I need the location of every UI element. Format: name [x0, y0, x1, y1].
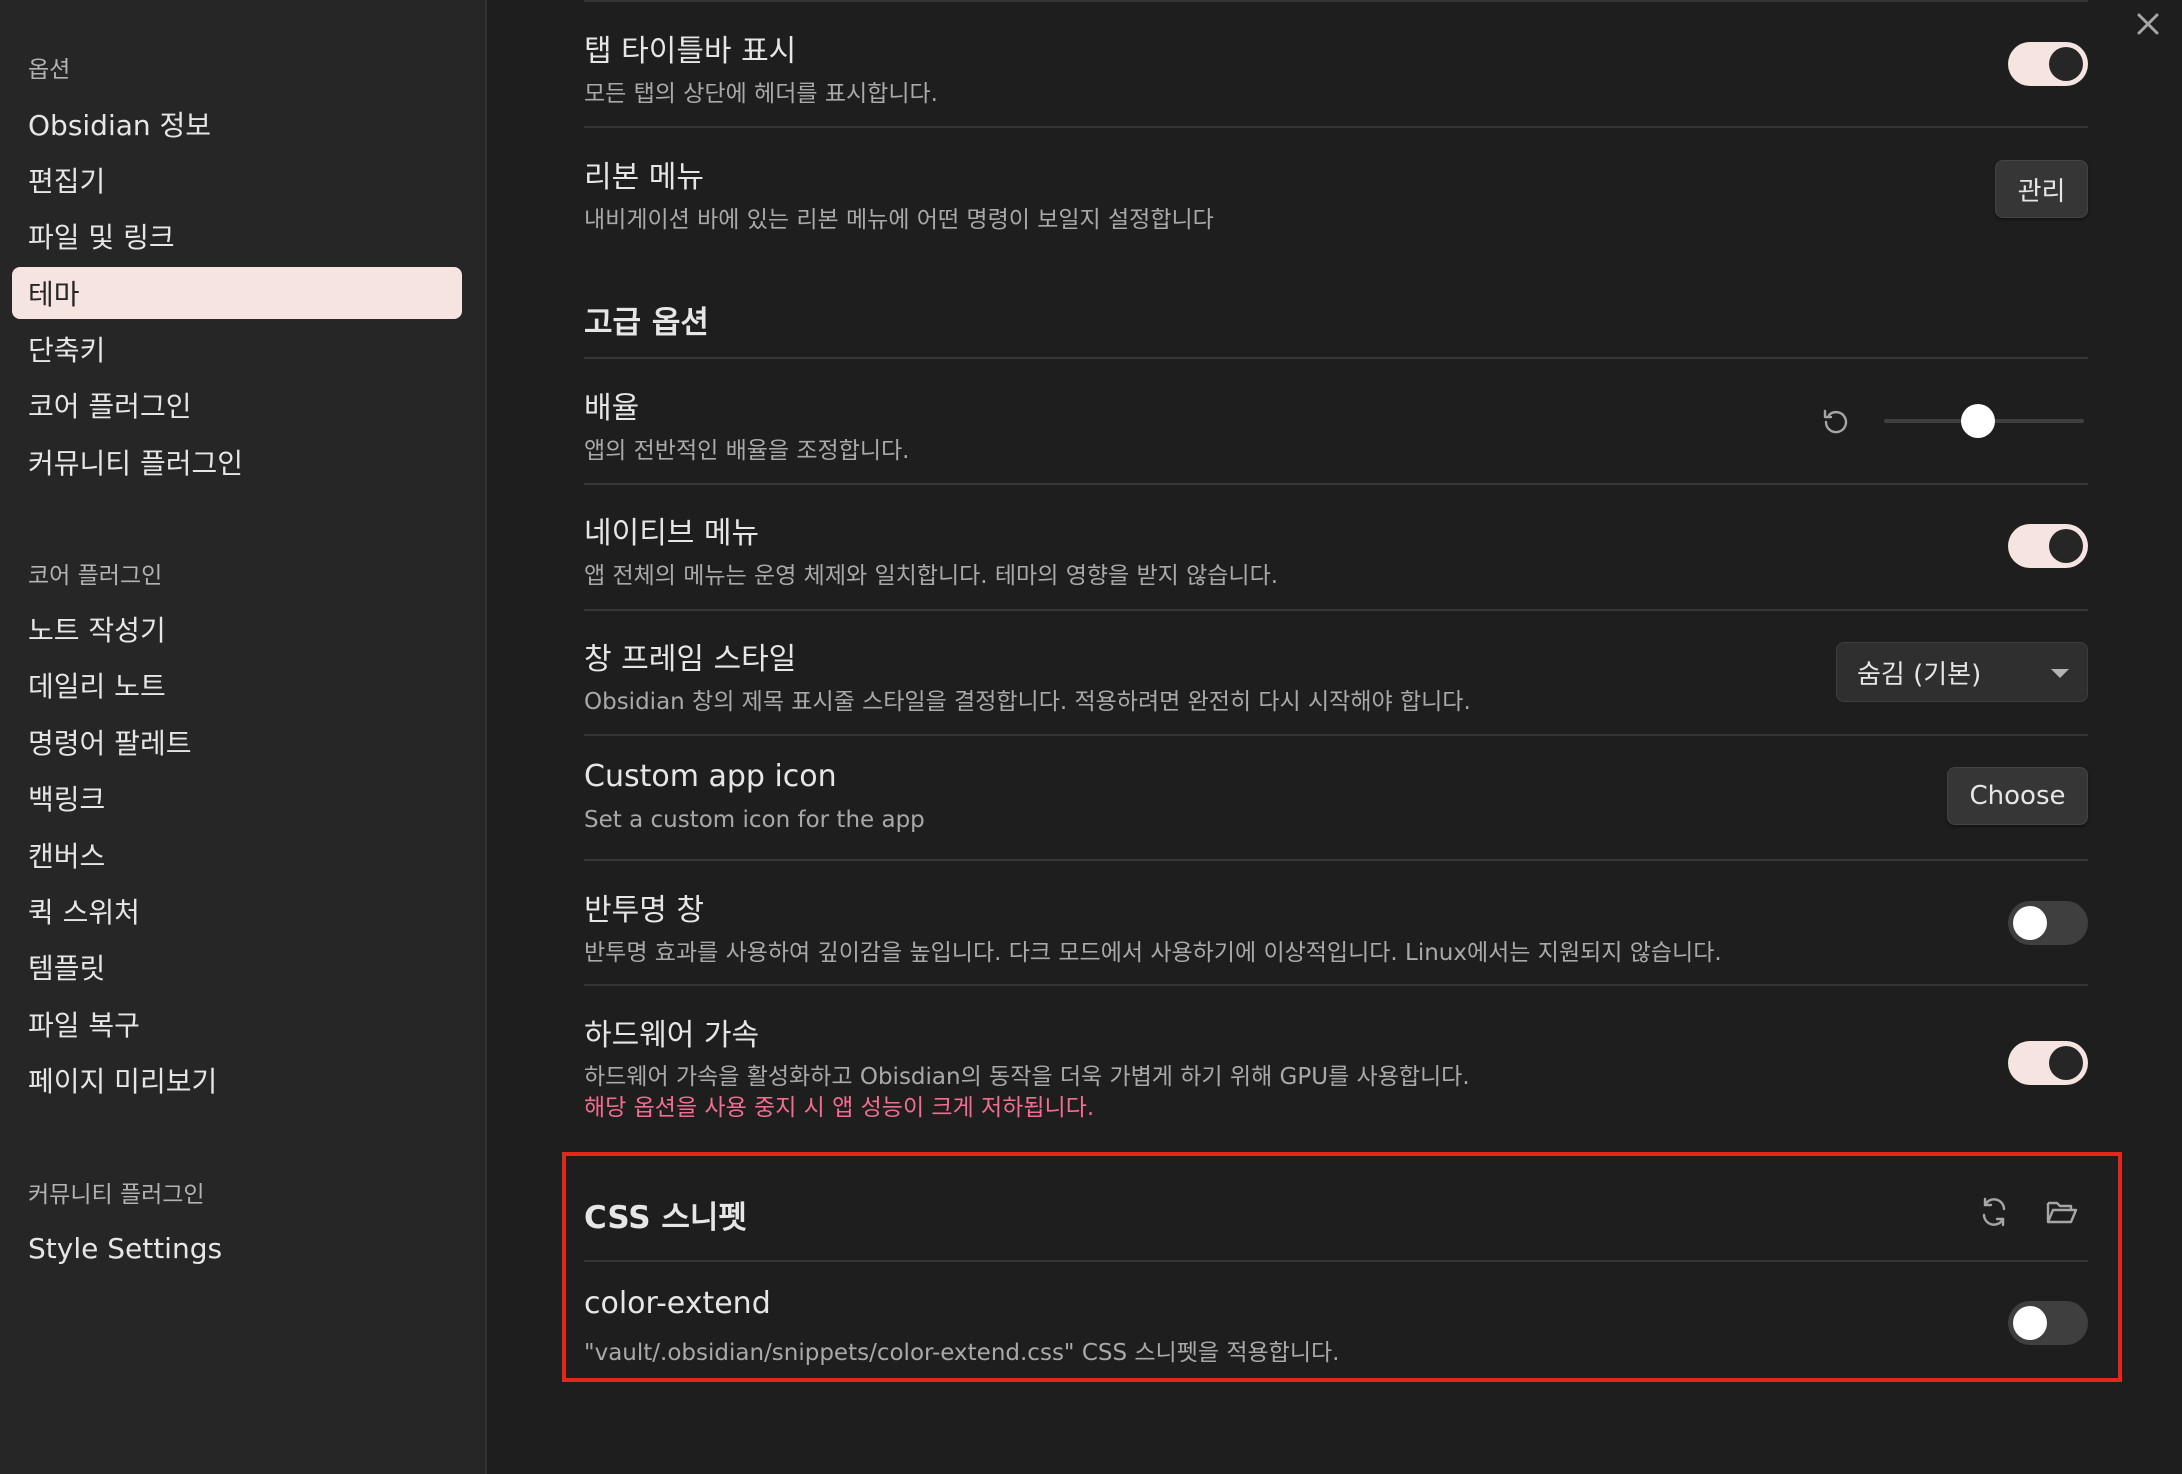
frame-style-dropdown[interactable]: 숨김 (기본) [1836, 642, 2088, 702]
sidebar-group-header-core-plugins: 코어 플러그인 [28, 563, 163, 589]
setting-description: Set a custom icon for the app [584, 807, 925, 833]
sidebar-item-style-settings[interactable]: Style Settings [12, 1222, 462, 1274]
css-snippets-heading: CSS 스니펫 [584, 1200, 747, 1236]
chevron-down-icon [2051, 669, 2069, 678]
tab-title-bar-toggle[interactable] [2008, 42, 2088, 86]
settings-content: 탭 타이틀바 표시 모든 탭의 상단에 헤더를 표시합니다. 리본 메뉴 내비게… [584, 0, 2088, 1474]
manage-ribbon-button[interactable]: 관리 [1995, 160, 2088, 218]
sidebar-item-canvas[interactable]: 캔버스 [12, 829, 462, 881]
toggle-knob [2049, 529, 2083, 563]
divider [584, 357, 2088, 359]
setting-description: 앱 전체의 메뉴는 운영 체제와 일치합니다. 테마의 영향을 받지 않습니다. [584, 563, 1279, 589]
setting-description: 하드웨어 가속을 활성화하고 Obisdian의 동작을 더욱 가볍게 하기 위… [584, 1064, 1470, 1090]
toggle-knob [2049, 47, 2083, 81]
setting-title: 하드웨어 가속 [584, 1018, 760, 1053]
setting-warning: 해당 옵션을 사용 중지 시 앱 성능이 크게 저하됩니다. [584, 1095, 1095, 1121]
choose-icon-button[interactable]: Choose [1947, 767, 2088, 825]
setting-title: 반투명 창 [584, 893, 704, 928]
setting-title: 리본 메뉴 [584, 160, 704, 195]
zoom-slider-handle[interactable] [1961, 404, 1995, 438]
divider [584, 609, 2088, 611]
divider [584, 0, 2088, 2]
toggle-knob [2049, 1046, 2083, 1080]
sidebar-group-header-community-plugins: 커뮤니티 플러그인 [28, 1182, 205, 1208]
setting-title: 창 프레임 스타일 [584, 642, 797, 677]
sidebar-item-hotkeys[interactable]: 단축키 [12, 323, 462, 375]
sidebar-group-header-options: 옵션 [28, 57, 71, 83]
toggle-knob [2013, 906, 2047, 940]
setting-description: 앱의 전반적인 배율을 조정합니다. [584, 438, 910, 464]
divider [584, 734, 2088, 736]
divider [584, 1260, 2088, 1262]
dropdown-selected-value: 숨김 (기본) [1857, 659, 1982, 690]
divider [584, 984, 2088, 986]
divider [584, 483, 2088, 485]
sidebar-item-files-links[interactable]: 파일 및 링크 [12, 210, 462, 262]
setting-title: 네이티브 메뉴 [584, 516, 760, 551]
sidebar-item-about[interactable]: Obsidian 정보 [12, 98, 462, 150]
sidebar-item-core-plugins[interactable]: 코어 플러그인 [12, 379, 462, 431]
reset-icon[interactable] [1820, 406, 1852, 438]
sidebar-item-file-recovery[interactable]: 파일 복구 [12, 998, 462, 1050]
sidebar-item-appearance[interactable]: 테마 [12, 267, 462, 319]
setting-title: 배율 [584, 391, 640, 426]
divider [584, 859, 2088, 861]
settings-window: 옵션 Obsidian 정보 편집기 파일 및 링크 테마 단축키 코어 플러그… [0, 0, 2182, 1474]
sidebar-item-backlinks[interactable]: 백링크 [12, 772, 462, 824]
toggle-knob [2013, 1306, 2047, 1340]
sidebar-item-quick-switcher[interactable]: 퀵 스위처 [12, 885, 462, 937]
setting-title: 탭 타이틀바 표시 [584, 34, 797, 69]
sidebar-item-command-palette[interactable]: 명령어 팔레트 [12, 716, 462, 768]
setting-description: 모든 탭의 상단에 헤더를 표시합니다. [584, 81, 938, 107]
color-extend-snippet-toggle[interactable] [2008, 1301, 2088, 1345]
divider [584, 126, 2088, 128]
hardware-acceleration-toggle[interactable] [2008, 1041, 2088, 1085]
native-menu-toggle[interactable] [2008, 524, 2088, 568]
settings-sidebar: 옵션 Obsidian 정보 편집기 파일 및 링크 테마 단축키 코어 플러그… [0, 0, 487, 1474]
sidebar-item-note-composer[interactable]: 노트 작성기 [12, 603, 462, 655]
sidebar-item-templates[interactable]: 템플릿 [12, 941, 462, 993]
sidebar-item-daily-notes[interactable]: 데일리 노트 [12, 659, 462, 711]
sidebar-item-page-preview[interactable]: 페이지 미리보기 [12, 1054, 462, 1106]
sidebar-item-editor[interactable]: 편집기 [12, 154, 462, 206]
setting-description: 반투명 효과를 사용하여 깊이감을 높입니다. 다크 모드에서 사용하기에 이상… [584, 940, 1722, 966]
setting-title: Custom app icon [584, 759, 837, 794]
advanced-options-heading: 고급 옵션 [584, 305, 709, 341]
reload-icon[interactable] [1976, 1194, 2012, 1230]
sidebar-item-community-plugins[interactable]: 커뮤니티 플러그인 [12, 436, 462, 488]
setting-description: 내비게이션 바에 있는 리본 메뉴에 어떤 명령이 보일지 설정합니다 [584, 207, 1214, 233]
close-icon[interactable] [2130, 6, 2166, 42]
snippet-title: color-extend [584, 1286, 771, 1321]
folder-icon[interactable] [2044, 1194, 2080, 1230]
translucent-window-toggle[interactable] [2008, 901, 2088, 945]
snippet-description: "vault/.obsidian/snippets/color-extend.c… [584, 1340, 1340, 1366]
setting-description: Obsidian 창의 제목 표시줄 스타일을 결정합니다. 적용하려면 완전히… [584, 689, 1471, 715]
